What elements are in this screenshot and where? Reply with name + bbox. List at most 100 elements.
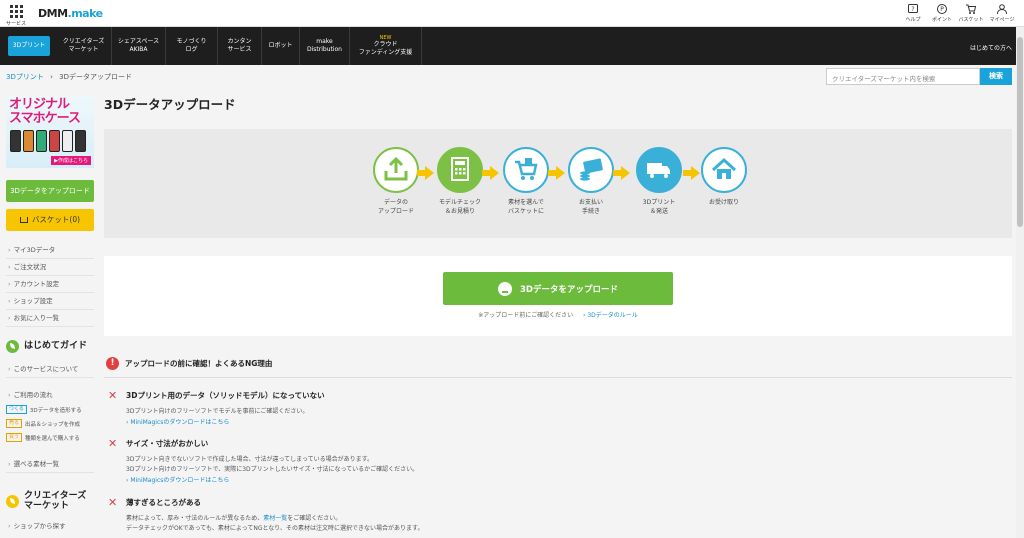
sidebar-upload-button[interactable]: 3Dデータをアップロード	[6, 180, 94, 202]
upload-button[interactable]: 3Dデータをアップロード	[443, 272, 673, 305]
service-menu-button[interactable]: サービス	[6, 3, 26, 27]
point-icon: P	[937, 4, 947, 14]
step-tag: 買う	[6, 433, 23, 442]
service-label: サービス	[6, 21, 27, 27]
svg-text:?: ?	[911, 6, 914, 13]
creators-title-line1: クリエイターズ	[24, 491, 87, 501]
sidebar-basket-button[interactable]: バスケット(0)	[6, 209, 94, 231]
upload-panel: 3Dデータをアップロード ※アップロード前にご確認ください › 3Dデータのルー…	[104, 256, 1012, 336]
point-label: ポイント	[931, 17, 952, 23]
upload-rule-link-label: 3Dデータのルール	[587, 312, 638, 319]
search-button[interactable]: 検索	[980, 68, 1012, 85]
nav-label: サービス	[227, 46, 252, 53]
ng-title: アップロードの前に確認！よくあるNG理由	[125, 359, 273, 368]
guide-links: このサービスについて	[6, 361, 94, 378]
nav-label: AKIBA	[129, 46, 148, 53]
nav-label: モノづくり	[176, 38, 207, 45]
mypage-button[interactable]: マイページ	[989, 3, 1015, 23]
help-button[interactable]: ? ヘルプ	[900, 3, 926, 23]
logo-main: DMM	[38, 7, 68, 20]
step-buy[interactable]: 買う 種類を選んで購入する	[6, 433, 80, 442]
credit-card-icon	[568, 147, 614, 193]
step-make[interactable]: つくる 3Dデータを造形する	[6, 405, 82, 414]
banner-title-line1: オリジナル	[9, 97, 70, 112]
nav-label: make	[316, 38, 333, 45]
first-time-link[interactable]: はじめての方へ	[970, 43, 1012, 52]
flow-label: お支払い	[578, 199, 603, 206]
flow-links: ご利用の流れ	[6, 387, 94, 404]
sidebar-item-flow[interactable]: ご利用の流れ	[6, 387, 94, 404]
ng-desc-part: 素材によって、厚み・寸法のルールが異なるため、	[126, 515, 264, 522]
grid-icon	[6, 5, 26, 18]
flow-label: 3Dプリント	[642, 199, 676, 206]
nav-make-distribution[interactable]: make Distribution	[300, 27, 350, 65]
banner-title-line2: スマホケース	[9, 111, 81, 126]
sidebar-item-shop[interactable]: ショップ設定	[6, 293, 94, 310]
minimagics-download-link[interactable]: MiniMagicsのダウンロードはこちら	[126, 417, 229, 426]
scrollbar-thumb[interactable]	[1017, 37, 1023, 227]
upload-note-text: ※アップロード前にご確認ください	[478, 312, 574, 319]
page-title: 3Dデータアップロード	[104, 97, 236, 112]
nav-creators-market[interactable]: クリエイターズ マーケット	[56, 27, 112, 65]
creators-heading: クリエイターズ マーケット	[6, 488, 94, 514]
sidebar-item-my3d[interactable]: マイ3Dデータ	[6, 242, 94, 259]
sidebar-item-account[interactable]: アカウント設定	[6, 276, 94, 293]
sidebar-item-shop-search[interactable]: ショップから探す	[6, 518, 94, 535]
nav-kantan-service[interactable]: カンタン サービス	[218, 27, 262, 65]
smartphone-case-banner[interactable]: オリジナル スマホケース ▶作成はこちら	[6, 96, 94, 168]
step-text: 種類を選んで購入する	[25, 435, 80, 442]
mypage-label: マイページ	[989, 17, 1015, 23]
page-scrollbar[interactable]	[1016, 27, 1024, 538]
nav-share-space[interactable]: シェアスペース AKIBA	[112, 27, 166, 65]
nav-label: Distribution	[306, 46, 342, 53]
svg-text:P: P	[940, 6, 944, 13]
divider	[104, 377, 1012, 378]
sidebar-item-about[interactable]: このサービスについて	[6, 361, 94, 378]
guide-heading: はじめてガイド	[6, 335, 94, 357]
flow-label: ＆お見積り	[444, 208, 475, 215]
truck-icon	[636, 147, 682, 193]
nav-3dprint[interactable]: 3Dプリント	[8, 36, 50, 56]
cross-icon: ✕	[108, 389, 118, 402]
ng-item-desc: 3Dプリント向きでないソフトで作成した場合、寸法が違ってしまっている場合がありま…	[126, 456, 373, 463]
search-input[interactable]: クリエイターズマーケット内を検索	[826, 68, 980, 85]
sidebar-item-orders[interactable]: ご注文状況	[6, 259, 94, 276]
phone-case-images	[10, 130, 86, 152]
nav-crowdfunding[interactable]: NEW クラウド ファンディング支援	[350, 27, 422, 65]
nav-label: シェアスペース	[117, 38, 160, 45]
cart-icon	[503, 147, 549, 193]
flow-step-upload: データの アップロード	[366, 147, 426, 216]
basket-button-label: バスケット(0)	[31, 215, 81, 224]
logo-sub: .make	[67, 7, 104, 20]
ng-item-desc: 素材によって、厚み・寸法のルールが異なるため、素材一覧をご確認ください。	[126, 513, 341, 522]
basket-label: バスケット	[958, 17, 984, 23]
point-button[interactable]: P ポイント	[929, 3, 955, 23]
upload-flow: データの アップロード モデルチェック ＆お見積り 素材を選んで バスケットに お支払…	[104, 129, 1012, 238]
creators-title-line2: マーケット	[24, 501, 70, 511]
step-sell[interactable]: 売る 出品＆ショップを作成	[6, 419, 80, 428]
help-label: ヘルプ	[905, 17, 921, 23]
sidebar-item-materials[interactable]: 選べる素材一覧	[6, 456, 94, 473]
nav-label: ファンディング支援	[358, 49, 413, 56]
basket-header-button[interactable]: バスケット	[958, 3, 984, 23]
nav-monozukuri-log[interactable]: モノづくり ログ	[166, 27, 218, 65]
flow-label: データの	[383, 199, 408, 206]
creators-links: ショップから探す	[6, 518, 94, 535]
breadcrumb: 3Dプリント › 3Dデータアップロード	[6, 72, 132, 82]
flow-label: お受け取り	[708, 199, 739, 206]
ng-item-desc: データチェックがOKであっても、素材によってNGとなり、その素材は注文時に選択で…	[126, 525, 424, 532]
material-list-link[interactable]: 素材一覧	[263, 515, 287, 522]
dmm-make-logo[interactable]: DMM.make	[38, 7, 103, 20]
minimagics-download-link[interactable]: MiniMagicsのダウンロードはこちら	[126, 475, 229, 484]
exclamation-icon: !	[106, 357, 119, 370]
flow-step-receive: お受け取り	[694, 147, 754, 207]
upload-icon	[498, 281, 512, 296]
breadcrumb-home[interactable]: 3Dプリント	[6, 73, 44, 81]
nav-robot[interactable]: ロボット	[262, 27, 300, 65]
ng-item-desc: 3Dプリント向けのフリーソフトで、実際に3Dプリントしたいサイズ・寸法になってい…	[126, 466, 419, 473]
sidebar-item-favorites[interactable]: お気に入り一覧	[6, 310, 94, 327]
upload-rule-link[interactable]: › 3Dデータのルール	[583, 312, 638, 319]
breadcrumb-current: 3Dデータアップロード	[59, 73, 132, 81]
main-nav: 3Dプリント クリエイターズ マーケット シェアスペース AKIBA モノづくり…	[0, 27, 1024, 65]
flow-step-check: モデルチェック ＆お見積り	[430, 147, 490, 216]
